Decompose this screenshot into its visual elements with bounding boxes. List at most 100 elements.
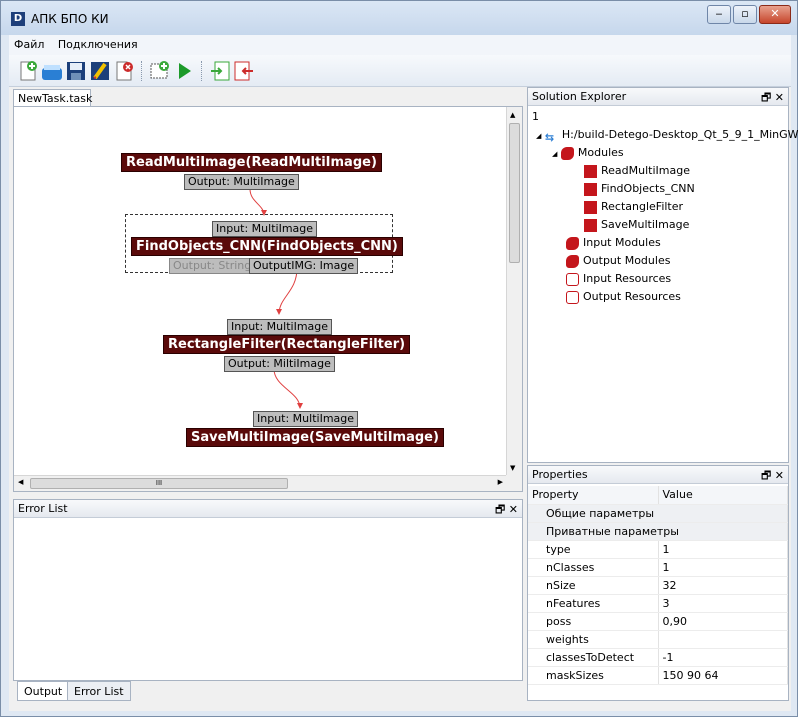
property-value[interactable]: 3 [658,594,788,613]
app-window: D АПК БПО КИ ‒ ▫ ✕ Файл Подключения NewT… [0,0,798,717]
add-module-icon[interactable] [149,60,171,82]
link-2 [276,267,298,315]
tab-error-list[interactable]: Error List [67,681,131,701]
tree-item-input-modules[interactable]: Input Modules [566,234,661,252]
tree-item-module[interactable]: ReadMultiImage [584,162,690,180]
property-value[interactable]: 1 [658,558,788,577]
new-file-icon[interactable] [17,60,39,82]
module-save-multi-image[interactable]: SaveMultiImage(SaveMultiImage) [186,428,444,447]
maximize-button[interactable]: ▫ [733,5,757,24]
run-icon[interactable] [173,60,195,82]
property-value[interactable]: -1 [658,648,788,667]
tree-index-label: 1 [532,110,539,123]
save-icon[interactable] [65,60,87,82]
float-icon[interactable]: 🗗 [495,503,505,516]
property-name: type [528,540,659,559]
property-row[interactable]: weights [528,630,788,649]
tree-item-input-resources[interactable]: Input Resources [566,270,671,288]
property-value[interactable] [658,630,788,649]
property-value[interactable]: 150 90 64 [658,666,788,685]
solution-explorer-panel: Solution Explorer 🗗 ✕ 1 ◢ ⇆ H:/build-Dete… [527,87,798,463]
vertical-scrollbar[interactable]: ▲ ▼ [506,107,522,476]
close-panel-icon[interactable]: ✕ [775,91,784,104]
tree-item-modules[interactable]: ◢ Modules [552,144,624,162]
app-icon: D [11,12,25,26]
tree-modules-label: Modules [577,146,624,159]
property-row[interactable]: type 1 [528,540,788,559]
module-find-objects-cnn[interactable]: FindObjects_CNN(FindObjects_CNN) [131,237,403,256]
input-port[interactable]: Input: MultiImage [227,319,333,335]
scroll-right-arrow[interactable]: ▶ [498,478,503,486]
toolbar-separator [201,61,202,81]
tab-output[interactable]: Output [17,681,70,701]
close-panel-icon[interactable]: ✕ [509,503,518,516]
export-icon[interactable] [233,60,255,82]
property-row[interactable]: nSize 32 [528,576,788,595]
menu-file[interactable]: Файл [9,35,49,51]
tree-label: Input Resources [583,272,672,285]
col-property: Property [528,486,659,505]
property-row[interactable]: maskSizes 150 90 64 [528,666,788,685]
input-modules-icon [566,236,579,250]
scroll-left-arrow[interactable]: ◀ [18,478,23,486]
property-row[interactable]: nFeatures 3 [528,594,788,613]
menu-connections[interactable]: Подключения [53,35,143,51]
output-port[interactable]: Output: MiltiImage [224,356,335,372]
error-list-panel: Error List 🗗 ✕ [13,499,523,681]
property-row[interactable]: nClasses 1 [528,558,788,577]
property-value[interactable]: 0,90 [658,612,788,631]
tree-item-module[interactable]: SaveMultiImage [584,216,689,234]
tree-module-label: ReadMultiImage [601,164,690,177]
menu-bar: Файл Подключения [9,35,791,55]
property-value[interactable]: 1 [658,540,788,559]
close-button[interactable]: ✕ [759,5,791,24]
module-read-multi-image[interactable]: ReadMultiImage(ReadMultiImage) [121,153,382,172]
tree-item-root[interactable]: ◢ ⇆ H:/build-Detego-Desktop_Qt_5_9_1_MinG… [536,126,798,144]
close-panel-icon[interactable]: ✕ [775,469,784,482]
horizontal-scrollbar[interactable]: ◀ III ▶ [14,475,507,491]
group-row[interactable]: Общие параметры [528,504,788,523]
open-icon[interactable] [41,60,63,82]
minimize-button[interactable]: ‒ [707,5,731,24]
properties-table: Property Value Общие параметры Приватные… [528,486,788,685]
diagram-canvas[interactable]: ReadMultiImage(ReadMultiImage) Output: M… [14,107,507,476]
output-port-string[interactable]: Output: String [169,258,256,274]
input-port[interactable]: Input: MultiImage [212,221,318,237]
edit-icon[interactable] [89,60,111,82]
tree-item-module[interactable]: FindObjects_CNN [584,180,695,198]
property-row[interactable]: poss 0,90 [528,612,788,631]
module-cube-icon [584,164,597,178]
properties-header: Properties 🗗 ✕ [528,466,788,484]
import-icon[interactable] [209,60,231,82]
properties-title: Properties [532,468,588,481]
col-value: Value [658,486,788,505]
group-row[interactable]: Приватные параметры [528,522,788,541]
horizontal-scroll-thumb[interactable]: III [30,478,288,489]
scroll-down-arrow[interactable]: ▼ [510,464,515,472]
property-name: nFeatures [528,594,659,613]
property-value[interactable]: 32 [658,576,788,595]
input-port[interactable]: Input: MultiImage [253,411,359,427]
scroll-up-arrow[interactable]: ▲ [510,111,515,119]
output-port-image[interactable]: OutputIMG: Image [249,258,359,274]
tree-item-module[interactable]: RectangleFilter [584,198,683,216]
float-icon[interactable]: 🗗 [761,469,771,482]
link-3 [273,368,303,409]
task-editor: ReadMultiImage(ReadMultiImage) Output: M… [13,106,523,492]
tab-newtask[interactable]: NewTask.task [13,89,92,107]
tree-item-output-modules[interactable]: Output Modules [566,252,670,270]
vertical-scroll-thumb[interactable] [509,123,520,263]
float-icon[interactable]: 🗗 [761,91,771,104]
tree-module-label: FindObjects_CNN [601,182,695,195]
tree-item-output-resources[interactable]: Output Resources [566,288,681,306]
property-name: nClasses [528,558,659,577]
expanded-arrow-icon[interactable]: ◢ [552,150,557,158]
property-name: weights [528,630,659,649]
module-rectangle-filter[interactable]: RectangleFilter(RectangleFilter) [163,335,411,354]
expanded-arrow-icon[interactable]: ◢ [536,132,541,140]
tree-root-label: H:/build-Detego-Desktop_Qt_5_9_1_MinGW_.… [561,128,798,141]
title-bar[interactable]: D АПК БПО КИ ‒ ▫ ✕ [1,1,797,35]
output-port[interactable]: Output: MultiImage [184,174,299,190]
delete-icon[interactable] [113,60,135,82]
property-row[interactable]: classesToDetect -1 [528,648,788,667]
